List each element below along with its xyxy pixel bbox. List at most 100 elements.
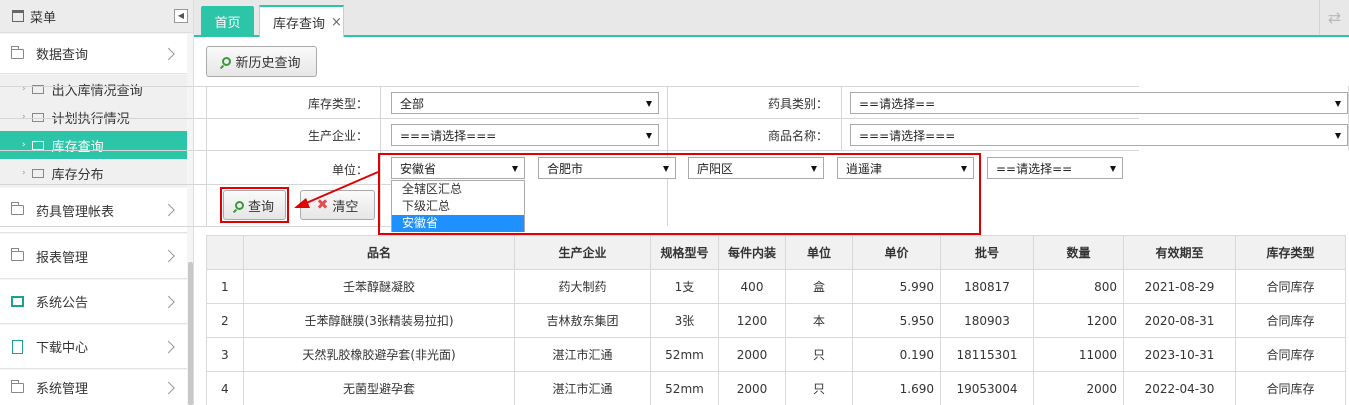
table-row[interactable]: 3 天然乳胶橡胶避孕套(非光面) 湛江市汇通 52mm 2000 只 0.190… [206,337,1346,372]
arrow-icon: › [22,140,26,150]
sidebar-item-reports[interactable]: 报表管理 [0,234,187,279]
table-row[interactable]: 4 无菌型避孕套 湛江市汇通 52mm 2000 只 1.690 1905300… [206,371,1346,405]
table-cell: 0.190 [852,337,941,372]
sidebar-item-announcements[interactable]: 系统公告 [0,280,187,324]
table-cell: 1200 [1033,303,1124,338]
column-header[interactable]: 单价 [852,235,941,270]
manufacturer-select[interactable]: ===请选择=== [391,124,659,146]
product-name-label: 商品名称： [767,129,828,143]
manufacturer-label: 生产企业： [307,129,368,143]
sidebar-subitem-inout[interactable]: › 出入库情况查询 [0,75,187,103]
table-row[interactable]: 2 壬苯醇醚膜(3张精装易拉扣) 吉林敖东集团 3张 1200 本 5.950 … [206,303,1346,338]
history-query-button[interactable]: 新历史查询 [206,46,317,77]
sidebar-subitem-plan[interactable]: › 计划执行情况 [0,103,187,131]
arrow-icon: › [22,112,26,122]
table-cell: 2023-10-31 [1123,337,1236,372]
chevron-right-icon [162,47,175,60]
sidebar-item-system[interactable]: 系统管理 [0,370,187,405]
table-header-row: 品名 生产企业 规格型号 每件内装 单位 单价 批号 数量 有效期至 库存类型 [206,235,1346,270]
table-cell: 合同库存 [1235,371,1346,405]
column-header[interactable]: 有效期至 [1123,235,1236,270]
column-header[interactable]: 数量 [1033,235,1124,270]
tab-inventory-query[interactable]: 库存查询 × [259,5,344,37]
sidebar-subitem-inventory[interactable]: › 库存查询 [0,131,187,159]
table-cell: 壬苯醇醚膜(3张精装易拉扣) [243,303,515,338]
search-icon [222,57,232,66]
table-cell: 2020-08-31 [1123,303,1236,338]
folder-icon [31,168,44,178]
select-value: 全部 [400,96,425,111]
collapse-sidebar-icon[interactable]: ◀ [174,9,188,23]
arrow-icon: › [22,168,26,178]
sidebar-subitem-label: 计划执行情况 [51,111,130,127]
sidebar-subitem-distribution[interactable]: › 库存分布 [0,159,187,187]
table-cell: 4 [206,371,244,405]
table-cell: 2021-08-29 [1123,269,1236,304]
table-cell: 2000 [718,371,786,405]
folder-icon [31,140,44,150]
folder-icon [11,45,24,59]
table-cell: 800 [1033,269,1124,304]
village-select[interactable]: ==请选择== [987,157,1123,179]
highlight-box-unit [378,153,981,235]
close-icon[interactable]: × [331,15,342,30]
table-cell: 2000 [1033,371,1124,405]
column-header[interactable]: 库存类型 [1235,235,1346,270]
column-header[interactable]: 品名 [243,235,515,270]
table-cell: 52mm [650,337,719,372]
select-value: ===请选择=== [400,128,497,143]
table-cell: 湛江市汇通 [514,371,651,405]
chevron-right-icon [162,295,175,308]
table-cell: 2 [206,303,244,338]
sidebar-item-data-query[interactable]: 数据查询 [0,34,187,74]
sidebar-subitem-label: 库存查询 [51,139,104,155]
table-cell: 400 [718,269,786,304]
sidebar-scrollbar[interactable] [188,262,193,405]
sidebar-item-label: 数据查询 [36,48,89,63]
column-header [206,235,244,270]
sidebar-item-label: 报表管理 [36,250,89,266]
select-value: ===请选择=== [859,128,956,143]
form-border [0,150,1139,151]
table-cell: 合同库存 [1235,303,1346,338]
column-header[interactable]: 批号 [940,235,1034,270]
dropdown-arrow-icon [646,101,652,107]
table-row[interactable]: 1 壬苯醇醚凝胶 药大制药 1支 400 盒 5.990 180817 800 … [206,269,1346,304]
form-border [0,118,1139,119]
table-cell: 2022-04-30 [1123,371,1236,405]
column-header[interactable]: 规格型号 [650,235,719,270]
inventory-type-label: 库存类型： [307,97,368,111]
table-cell: 壬苯醇醚凝胶 [243,269,515,304]
sidebar-item-label: 下载中心 [36,341,89,356]
table-cell: 无菌型避孕套 [243,371,515,405]
chevron-right-icon [162,340,175,353]
category-label: 药具类别： [767,97,828,111]
sidebar-item-downloads[interactable]: 下载中心 [0,325,187,369]
table-cell: 湛江市汇通 [514,337,651,372]
table-cell: 1 [206,269,244,304]
button-label: 新历史查询 [235,56,301,71]
column-header[interactable]: 生产企业 [514,235,651,270]
sidebar-item-label: 系统管理 [36,382,89,397]
tab-home[interactable]: 首页 [201,6,254,37]
calendar-icon [12,10,24,22]
product-name-select[interactable]: ===请选择=== [850,124,1348,146]
folder-icon [11,248,24,261]
column-header[interactable]: 单位 [785,235,853,270]
table-cell: 天然乳胶橡胶避孕套(非光面) [243,337,515,372]
refresh-icon[interactable]: ⇄ [1319,0,1349,35]
table-cell: 本 [785,303,853,338]
table-cell: 180903 [940,303,1034,338]
table-cell: 1200 [718,303,786,338]
table-cell: 盒 [785,269,853,304]
category-select[interactable]: ==请选择== [850,92,1348,114]
table-cell: 180817 [940,269,1034,304]
highlight-box-query [220,187,289,223]
annotation-arrow [294,171,379,208]
table-cell: 3张 [650,303,719,338]
dropdown-arrow-icon [646,133,652,139]
inventory-type-select[interactable]: 全部 [391,92,659,114]
column-header[interactable]: 每件内装 [718,235,786,270]
sidebar: 菜单 ◀ 数据查询 › 出入库情况查询 › 计划执行情况 › 库存查询 › 库存… [0,0,194,405]
sidebar-header: 菜单 [0,0,193,33]
